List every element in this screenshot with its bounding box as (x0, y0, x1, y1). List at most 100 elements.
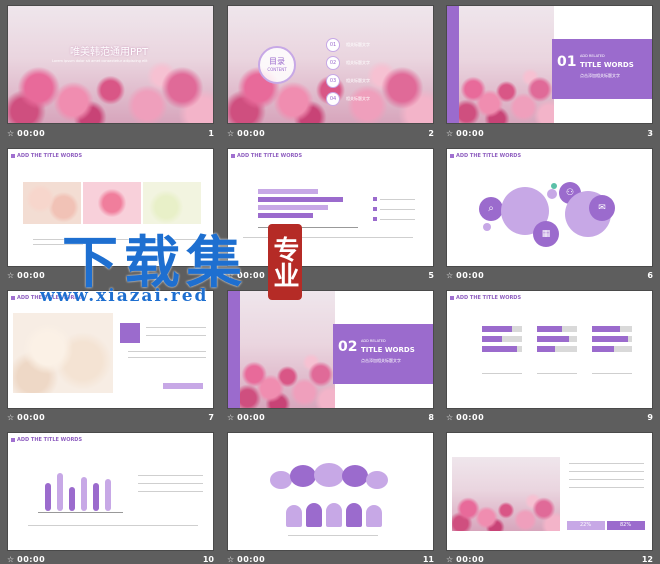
section-cn: 点击添加相关标题文字 (580, 73, 620, 78)
bubble-megaphone-icon: ✉ (589, 195, 615, 221)
text-line (28, 525, 198, 526)
contents-badge-cn: 目录 (269, 57, 285, 66)
toc-text-4: 相关标题文字 (346, 96, 370, 101)
bubble-small (547, 189, 557, 199)
section-title: TITLE WORDS (361, 346, 415, 354)
toc-num-3: 03 (326, 74, 340, 88)
slide-thumbnail-3[interactable]: 01 ADD RELATED TITLE WORDS 点击添加相关标题文字 (446, 5, 653, 124)
bar (537, 346, 555, 352)
slide-meta-10: ☆ 00:00 10 (7, 552, 214, 564)
left-accent-bar (447, 6, 459, 123)
bar (592, 346, 614, 352)
floral-photo (240, 291, 335, 408)
slide-thumbnail-9[interactable]: ADD THE TITLE WORDS (446, 290, 653, 409)
text-line (138, 475, 203, 476)
slide-thumbnail-2[interactable]: 目录 CONTENT 01 相关标题文字 02 相关标题文字 03 相关标题文字… (227, 5, 434, 124)
transition-star-icon: ☆ (7, 270, 15, 280)
bubble-calendar-icon: ▦ (533, 221, 559, 247)
toc-text-1: 相关标题文字 (346, 42, 370, 47)
legend-line (380, 219, 415, 220)
section-cn: 点击添加相关标题文字 (361, 358, 401, 363)
slide-time: 00:00 (17, 270, 46, 280)
slide-time: 00:00 (17, 554, 46, 564)
transition-star-icon: ☆ (227, 554, 235, 564)
speech-bubble (342, 465, 368, 487)
transition-star-icon: ☆ (446, 412, 454, 422)
purple-button (163, 383, 203, 389)
slide-meta-1: ☆ 00:00 1 (7, 126, 214, 140)
slide-number: 1 (208, 128, 214, 138)
slide-meta-8: ☆ 00:00 8 (227, 410, 434, 424)
speech-bubble (270, 471, 292, 489)
slide-thumbnail-12[interactable]: 22% 82% (446, 432, 653, 551)
slide-meta-3: ☆ 00:00 3 (446, 126, 653, 140)
text-line (569, 479, 644, 480)
slide-thumbnail-11[interactable] (227, 432, 434, 551)
slide-thumbnail-8[interactable]: 02 ADD RELATED TITLE WORDS 点击添加相关标题文字 (227, 290, 434, 409)
bubble-small (483, 223, 491, 231)
slide-time: 00:00 (456, 554, 485, 564)
text-line (146, 327, 206, 328)
bubble-teal-dot (551, 183, 557, 189)
people-silhouette-icon (306, 503, 322, 527)
toc-num-4: 04 (326, 92, 340, 106)
bar (537, 336, 569, 342)
contents-badge-en: CONTENT (267, 67, 287, 72)
people-silhouette-icon (326, 503, 342, 527)
slide-thumbnail-6[interactable]: ADD THE TITLE WORDS ⌕ ⚇ ✉ ▦ (446, 148, 653, 267)
transition-star-icon: ☆ (446, 554, 454, 564)
slide-number: 11 (422, 554, 434, 564)
bar (258, 189, 318, 194)
slide-number: 10 (202, 554, 214, 564)
legend-swatch (373, 217, 377, 221)
slide-header: ADD THE TITLE WORDS (11, 153, 82, 159)
contents-badge: 目录 CONTENT (258, 46, 296, 84)
slide-meta-7: ☆ 00:00 7 (7, 410, 214, 424)
transition-star-icon: ☆ (227, 128, 235, 138)
text-line (569, 471, 644, 472)
watermark-seal: 专业 (268, 224, 302, 300)
column (81, 477, 87, 511)
slide-number: 6 (647, 270, 653, 280)
legend-line (380, 199, 415, 200)
slide1-subtitle: Lorem ipsum dolor sit amet consectetur a… (52, 59, 148, 63)
slide-thumbnail-1[interactable]: 唯美韩范通用PPT Lorem ipsum dolor sit amet con… (7, 5, 214, 124)
slide-thumbnail-5[interactable]: ADD THE TITLE WORDS (227, 148, 434, 267)
column (57, 473, 63, 511)
slide-number: 5 (428, 270, 434, 280)
speech-bubble (290, 465, 316, 487)
transition-star-icon: ☆ (446, 270, 454, 280)
people-silhouette-icon (346, 503, 362, 527)
section-number: 01 (557, 54, 577, 70)
slide-header: ADD THE TITLE WORDS (450, 295, 521, 301)
column (69, 487, 75, 511)
watermark-url: www.xiazai.red (40, 286, 209, 306)
slide-number: 2 (428, 128, 434, 138)
toc-num-2: 02 (326, 56, 340, 70)
text-line (138, 491, 203, 492)
section-number: 02 (338, 339, 358, 355)
column (45, 483, 51, 511)
text-line (138, 483, 203, 484)
slide-time: 00:00 (456, 270, 485, 280)
text-line (592, 373, 632, 374)
transition-star-icon: ☆ (227, 412, 235, 422)
slide-thumbnail-7[interactable]: ADD THE TITLE WORDS (7, 290, 214, 409)
transition-star-icon: ☆ (7, 554, 15, 564)
speech-bubble (314, 463, 344, 487)
transition-star-icon: ☆ (7, 412, 15, 422)
text-line (569, 463, 644, 464)
toc-text-2: 相关标题文字 (346, 60, 370, 65)
text-line (128, 351, 206, 352)
slide-number: 8 (428, 412, 434, 422)
transition-star-icon: ☆ (446, 128, 454, 138)
slide-meta-11: ☆ 00:00 11 (227, 552, 434, 564)
legend-line (288, 535, 378, 536)
bar (482, 346, 517, 352)
slide-number: 3 (647, 128, 653, 138)
slide-thumbnail-10[interactable]: ADD THE TITLE WORDS (7, 432, 214, 551)
toc-text-3: 相关标题文字 (346, 78, 370, 83)
slide-meta-9: ☆ 00:00 9 (446, 410, 653, 424)
slide-meta-5: ☆ 00:00 5 (227, 268, 434, 282)
bar (592, 326, 620, 332)
